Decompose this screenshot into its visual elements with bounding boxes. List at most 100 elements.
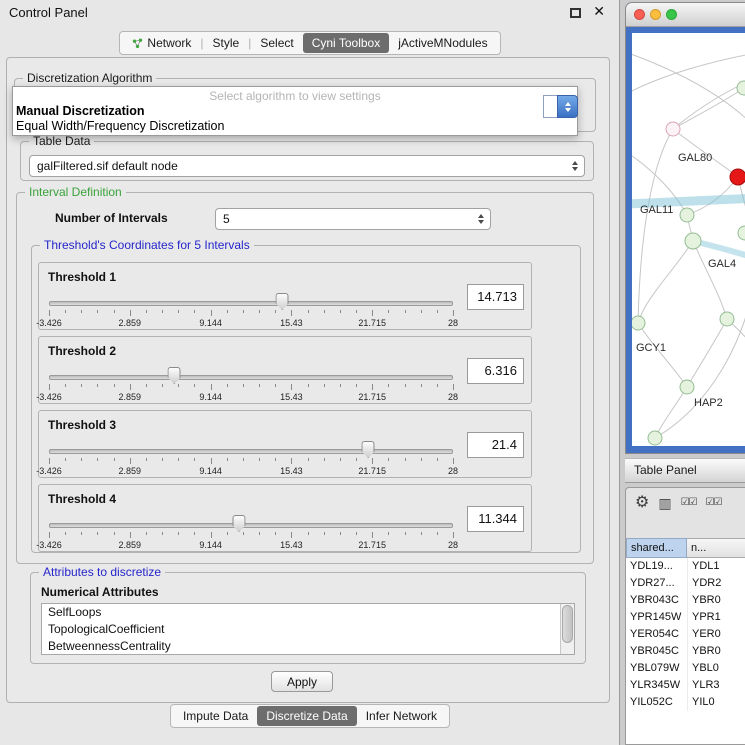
tab-discretize-data[interactable]: Discretize Data [257, 706, 356, 726]
network-canvas[interactable]: GAL80GAL11GAL4GCY1HAP2 [632, 33, 745, 446]
table-row[interactable]: YBR045CYBR0 [626, 643, 745, 660]
network-node-label: GAL80 [678, 152, 712, 164]
minimize-traffic-icon[interactable] [650, 9, 661, 20]
threshold-slider[interactable]: -3.4262.8599.14415.4321.71528 [49, 513, 453, 551]
network-node-green[interactable] [648, 431, 662, 445]
threshold-slider[interactable]: -3.4262.8599.14415.4321.71528 [49, 365, 453, 403]
float-window-icon[interactable] [570, 8, 581, 18]
threshold-value-field[interactable]: 21.4 [467, 432, 524, 458]
threshold-panel: Threshold 1 -3.4262.8599.14415.4321.7152… [38, 262, 532, 330]
numerical-attributes-list[interactable]: SelfLoopsTopologicalCoefficientBetweenne… [41, 603, 575, 655]
cell-name: YER0 [687, 626, 745, 643]
attribute-item-betweennesscentrality[interactable]: BetweennessCentrality [42, 638, 574, 655]
table-row[interactable]: YBR043CYBR0 [626, 592, 745, 609]
slider-scale-label: -3.426 [36, 318, 62, 328]
network-window-titlebar[interactable] [626, 3, 745, 27]
table-panel-header[interactable]: Table Panel [625, 458, 745, 483]
network-node-red[interactable] [730, 169, 745, 185]
slider-thumb[interactable] [232, 515, 245, 532]
table-row[interactable]: YIL052CYIL0 [626, 694, 745, 711]
network-node-green[interactable] [680, 208, 694, 222]
cell-shared-name: YBR045C [626, 643, 687, 660]
algorithm-combo-stepper[interactable] [557, 95, 578, 118]
network-node-label: GAL11 [640, 204, 673, 216]
slider-thumb[interactable] [362, 441, 375, 458]
number-of-intervals-combo[interactable]: 5 [215, 208, 491, 230]
tab-infer-network[interactable]: Infer Network [357, 706, 446, 726]
thresholds-group: Threshold's Coordinates for 5 Intervals … [31, 245, 581, 553]
network-node-pink[interactable] [666, 122, 680, 136]
threshold-value-field[interactable]: 11.344 [467, 506, 524, 532]
table-header-row: shared... n... [626, 538, 745, 558]
threshold-slider[interactable]: -3.4262.8599.14415.4321.71528 [49, 291, 453, 329]
threshold-label: Threshold 1 [48, 270, 116, 284]
table-row[interactable]: YDL19...YDL1 [626, 558, 745, 575]
network-node-green[interactable] [685, 233, 701, 249]
network-node-green[interactable] [720, 312, 734, 326]
threshold-value-field[interactable]: 14.713 [467, 284, 524, 310]
tab-jactivemnodules[interactable]: jActiveMNodules [389, 33, 496, 53]
close-traffic-icon[interactable] [634, 9, 645, 20]
gear-icon[interactable]: ⚙ [635, 495, 649, 511]
network-node-green[interactable] [632, 316, 645, 330]
combo-stepper-icon [567, 161, 584, 171]
table-row[interactable]: YLR345WYLR3 [626, 677, 745, 694]
tab-style[interactable]: Style [204, 33, 249, 53]
attribute-item-topologicalcoefficient[interactable]: TopologicalCoefficient [42, 621, 574, 638]
threshold-panel: Threshold 4 -3.4262.8599.14415.4321.7152… [38, 484, 532, 552]
tab-network[interactable]: Network [123, 33, 200, 53]
table-row[interactable]: YBL079WYBL0 [626, 660, 745, 677]
cell-shared-name: YDR27... [626, 575, 687, 592]
interval-definition-group: Interval Definition Number of Intervals … [16, 192, 594, 564]
tab-label: Style [213, 36, 240, 50]
attribute-item-selfloops[interactable]: SelfLoops [42, 604, 574, 621]
top-tab-bar: Network|Style|SelectCyni ToolboxjActiveM… [0, 31, 620, 55]
table-data-group-label: Table Data [29, 134, 94, 148]
cell-name: YDR2 [687, 575, 745, 592]
threshold-value-field[interactable]: 6.316 [467, 358, 524, 384]
dropdown-option-manual-discretization[interactable]: Manual Discretization [13, 104, 577, 119]
columns-icon[interactable]: ▥ [658, 496, 671, 510]
table-data-combo-value: galFiltered.sif default node [30, 159, 178, 173]
dropdown-option-equal-width-frequency-discretization[interactable]: Equal Width/Frequency Discretization [13, 119, 577, 134]
tab-cyni-toolbox[interactable]: Cyni Toolbox [303, 33, 389, 53]
tab-label: jActiveMNodules [398, 36, 487, 50]
network-window: GAL80GAL11GAL4GCY1HAP2 [625, 2, 745, 454]
attributes-group: Attributes to discretize Numerical Attri… [30, 572, 586, 664]
slider-scale-label: 9.144 [199, 318, 222, 328]
table-data-combo[interactable]: galFiltered.sif default node [29, 155, 585, 177]
cell-shared-name: YBR043C [626, 592, 687, 609]
network-icon [132, 38, 143, 49]
close-icon[interactable]: ✕ [593, 3, 605, 20]
interval-definition-group-label: Interval Definition [25, 185, 126, 199]
network-node-green[interactable] [737, 81, 745, 95]
cell-name: YIL0 [687, 694, 745, 711]
tab-impute-data[interactable]: Impute Data [174, 706, 257, 726]
slider-scale-label: 2.859 [119, 466, 142, 476]
table-row[interactable]: YER054CYER0 [626, 626, 745, 643]
apply-button[interactable]: Apply [271, 671, 333, 692]
list-scrollbar[interactable] [560, 604, 574, 654]
slider-thumb[interactable] [168, 367, 181, 384]
threshold-slider[interactable]: -3.4262.8599.14415.4321.71528 [49, 439, 453, 477]
slider-scale-label: 2.859 [119, 392, 142, 402]
table-row[interactable]: YDR27...YDR2 [626, 575, 745, 592]
slider-thumb[interactable] [276, 293, 289, 310]
stepper-down-icon [565, 108, 571, 112]
select-all-icon[interactable]: ☑☑ [681, 498, 697, 508]
list-scrollbar-thumb[interactable] [562, 605, 573, 643]
algorithm-combo-field-fragment[interactable] [543, 95, 558, 118]
network-node-green[interactable] [738, 226, 745, 240]
table-row[interactable]: YPR145WYPR1 [626, 609, 745, 626]
column-header-shared-name[interactable]: shared... [626, 538, 687, 558]
threshold-label: Threshold 3 [48, 418, 116, 432]
tab-label: Infer Network [366, 709, 437, 723]
slider-scale-label: 15.43 [280, 466, 303, 476]
network-node-green[interactable] [680, 380, 694, 394]
slider-scale-label: 15.43 [280, 318, 303, 328]
column-header-name[interactable]: n... [687, 538, 745, 558]
tab-select[interactable]: Select [251, 33, 302, 53]
thresholds-group-label: Threshold's Coordinates for 5 Intervals [40, 238, 254, 252]
zoom-traffic-icon[interactable] [666, 9, 677, 20]
unselect-all-icon[interactable]: ☑☑ [706, 498, 722, 508]
